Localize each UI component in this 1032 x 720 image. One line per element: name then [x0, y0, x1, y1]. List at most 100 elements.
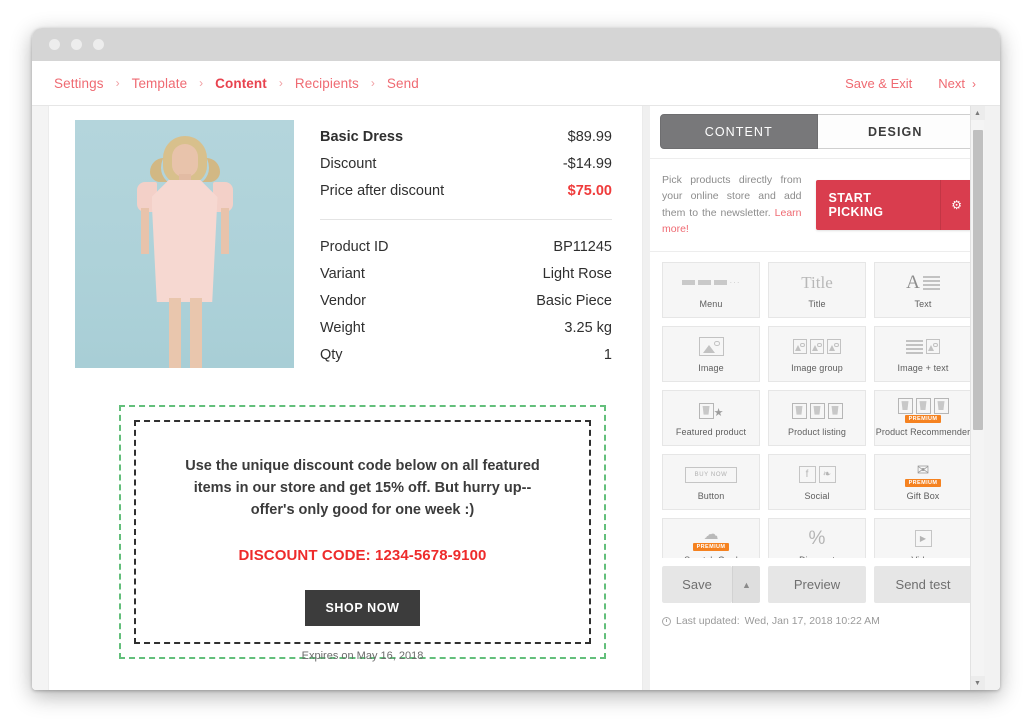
- block-tile-discount[interactable]: % Discount: [768, 518, 866, 558]
- next-label: Next: [938, 76, 965, 91]
- product-id-label: Product ID: [320, 237, 389, 258]
- model-arm-left: [141, 208, 149, 254]
- text-icon: A: [906, 271, 940, 294]
- image-icon: [699, 335, 724, 358]
- video-icon: ▶: [915, 527, 932, 550]
- shop-now-button[interactable]: SHOP NOW: [305, 590, 419, 626]
- breadcrumb-item-template[interactable]: Template: [132, 76, 188, 91]
- premium-badge: PREMIUM: [905, 415, 942, 423]
- percent-glyph: %: [809, 528, 826, 550]
- product-name: Basic Dress: [320, 127, 403, 148]
- product-price: $89.99: [568, 127, 612, 148]
- breadcrumb-separator-icon: ›: [371, 77, 375, 89]
- scroll-down-arrow-icon[interactable]: ▼: [971, 676, 985, 690]
- breadcrumb-item-recipients[interactable]: Recipients: [295, 76, 359, 91]
- table-row: Price after discount $75.00: [320, 178, 612, 205]
- block-tile-menu[interactable]: ··· Menu: [662, 262, 760, 318]
- breadcrumb-item-send[interactable]: Send: [387, 76, 419, 91]
- block-label: Button: [698, 491, 725, 501]
- vendor-label: Vendor: [320, 291, 366, 312]
- block-label: Image group: [791, 363, 843, 373]
- start-picking-button[interactable]: START PICKING ⚙: [816, 180, 972, 230]
- block-label: Product Recommender: [876, 427, 970, 437]
- scrollbar-thumb[interactable]: [973, 130, 983, 430]
- workspace: Basic Dress $89.99 Discount -$14.99 Pric…: [32, 106, 1000, 690]
- variant-label: Variant: [320, 264, 365, 285]
- premium-badge: PREMIUM: [693, 543, 730, 551]
- menu-icon: ···: [682, 271, 741, 294]
- table-row: Vendor Basic Piece: [320, 288, 612, 315]
- block-tile-text[interactable]: A Text: [874, 262, 972, 318]
- scratch-card-icon: ☁ PREMIUM: [693, 527, 730, 550]
- image-text-icon: [906, 335, 940, 358]
- discount-icon: %: [809, 527, 826, 550]
- close-dot[interactable]: [49, 39, 60, 50]
- block-label: Menu: [700, 299, 723, 309]
- vendor-value: Basic Piece: [536, 291, 612, 312]
- breadcrumb-item-settings[interactable]: Settings: [54, 76, 104, 91]
- table-row: Discount -$14.99: [320, 151, 612, 178]
- preview-button[interactable]: Preview: [768, 566, 866, 603]
- scroll-up-arrow-icon[interactable]: ▲: [971, 106, 985, 120]
- clock-icon: [662, 617, 671, 626]
- block-tile-social[interactable]: f ❧ Social: [768, 454, 866, 510]
- next-button[interactable]: Next›: [938, 76, 976, 91]
- model-arm-right: [221, 208, 229, 254]
- block-tile-video[interactable]: ▶ Video: [874, 518, 972, 558]
- maximize-dot[interactable]: [93, 39, 104, 50]
- block-tile-button[interactable]: BUY NOW Button: [662, 454, 760, 510]
- block-tile-product-recommender[interactable]: PREMIUM Product Recommender: [874, 390, 972, 446]
- minimize-dot[interactable]: [71, 39, 82, 50]
- window-titlebar: [32, 28, 1000, 61]
- caret-up-icon[interactable]: ▲: [732, 566, 760, 603]
- gift-glyph: ✉: [917, 463, 930, 478]
- discount-label: Discount: [320, 154, 376, 175]
- model-leg-right: [190, 298, 202, 368]
- price-after-discount-label: Price after discount: [320, 181, 444, 202]
- product-pricing-section: Basic Dress $89.99 Discount -$14.99 Pric…: [320, 124, 612, 220]
- block-tile-product-listing[interactable]: Product listing: [768, 390, 866, 446]
- block-label: Image: [698, 363, 724, 373]
- gear-icon[interactable]: ⚙: [940, 180, 972, 230]
- breadcrumb: Settings › Template › Content › Recipien…: [54, 76, 845, 91]
- play-glyph: ▶: [920, 534, 926, 543]
- block-tile-image-group[interactable]: Image group: [768, 326, 866, 382]
- block-tile-image[interactable]: Image: [662, 326, 760, 382]
- discount-body-text: Use the unique discount code below on al…: [173, 456, 553, 521]
- block-tile-title[interactable]: Title Title: [768, 262, 866, 318]
- button-icon: BUY NOW: [685, 463, 738, 486]
- product-details: Basic Dress $89.99 Discount -$14.99 Pric…: [294, 120, 612, 377]
- discount-block[interactable]: Use the unique discount code below on al…: [119, 405, 606, 659]
- last-updated-label: Last updated:: [676, 615, 740, 627]
- weight-value: 3.25 kg: [564, 318, 612, 339]
- table-row: Weight 3.25 kg: [320, 315, 612, 342]
- breadcrumb-separator-icon: ›: [199, 77, 203, 89]
- table-row: Variant Light Rose: [320, 261, 612, 288]
- breadcrumb-item-content[interactable]: Content: [215, 76, 267, 91]
- footer-buttons: Save ▲ Preview Send test: [662, 566, 972, 603]
- block-tile-gift-box[interactable]: ✉ PREMIUM Gift Box: [874, 454, 972, 510]
- block-tile-scratch-card[interactable]: ☁ PREMIUM Scratch Card: [662, 518, 760, 558]
- start-picking-label: START PICKING: [816, 180, 941, 230]
- block-label: Title: [808, 299, 825, 309]
- save-button[interactable]: Save: [662, 566, 732, 603]
- block-label: Product listing: [788, 427, 846, 437]
- qty-value: 1: [604, 345, 612, 366]
- weight-label: Weight: [320, 318, 365, 339]
- sidebar-footer: Save ▲ Preview Send test Last updated: W…: [650, 558, 984, 627]
- product-id-value: BP11245: [553, 237, 612, 258]
- table-row: Qty 1: [320, 342, 612, 369]
- table-row: Basic Dress $89.99: [320, 124, 612, 151]
- block-tile-featured-product[interactable]: ★ Featured product: [662, 390, 760, 446]
- tab-content[interactable]: CONTENT: [660, 114, 818, 149]
- block-label: Social: [804, 491, 829, 501]
- sidebar-scrollbar[interactable]: ▲ ▼: [970, 106, 984, 690]
- save-and-exit-button[interactable]: Save & Exit: [845, 76, 912, 91]
- tab-design[interactable]: DESIGN: [818, 114, 975, 149]
- content-blocks-grid: ··· Menu Title Title A: [650, 252, 984, 558]
- image-group-icon: [793, 335, 841, 358]
- scrollbar-track[interactable]: [971, 120, 985, 676]
- send-test-button[interactable]: Send test: [874, 566, 972, 603]
- block-tile-image-text[interactable]: Image + text: [874, 326, 972, 382]
- block-label: Featured product: [676, 427, 746, 437]
